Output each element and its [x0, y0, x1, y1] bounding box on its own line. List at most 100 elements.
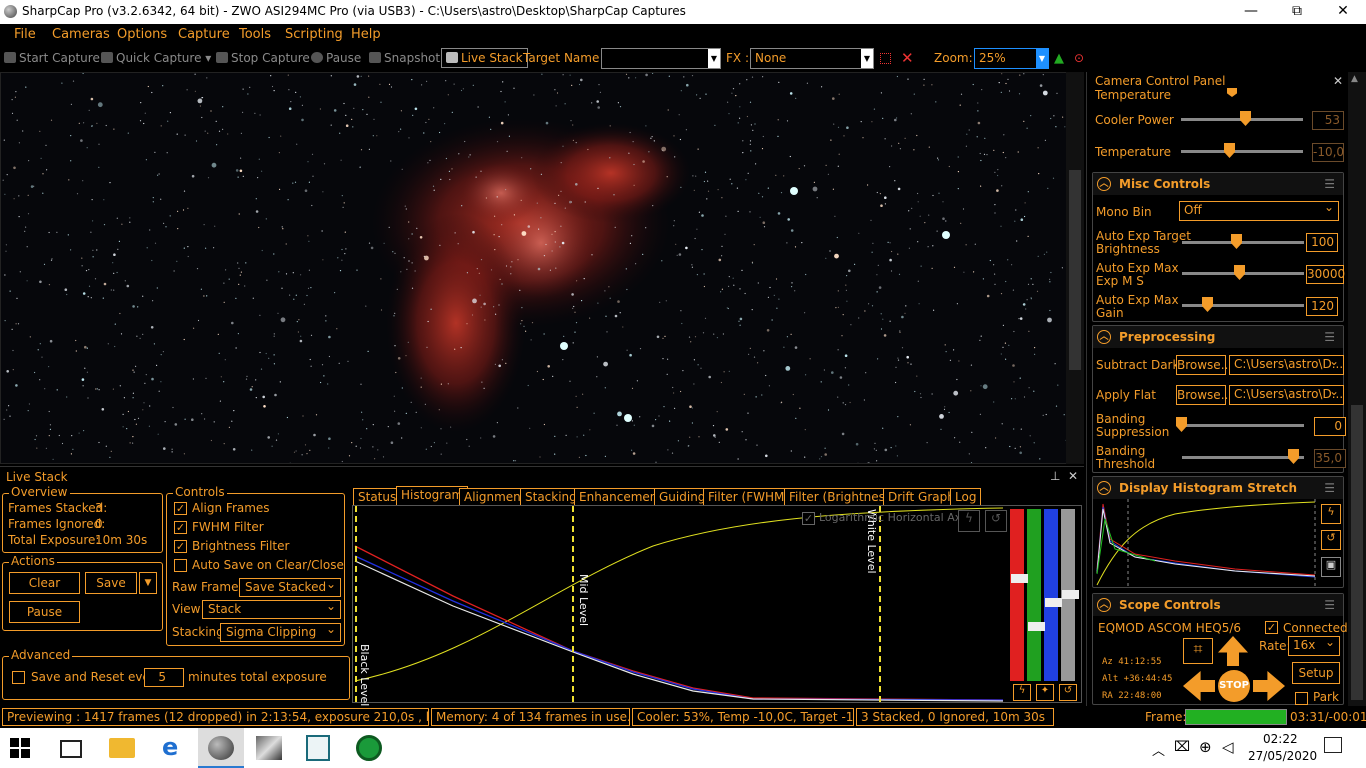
temperature-top-thumb[interactable]	[1227, 88, 1237, 97]
dark-browse-button[interactable]: Browse...	[1176, 355, 1232, 375]
quick-capture-button[interactable]: Quick Capture ▾	[101, 51, 211, 65]
menu-cameras[interactable]: Cameras	[52, 27, 110, 42]
stop-capture-button[interactable]: Stop Capture	[216, 51, 310, 65]
chevron-down-icon[interactable]: ▼	[1036, 49, 1048, 68]
tab-guiding[interactable]: Guiding	[654, 488, 711, 506]
setup-button[interactable]: Setup	[1292, 662, 1340, 684]
menu-icon[interactable]: ☰	[1324, 177, 1335, 191]
mono-bin-select[interactable]: Off	[1179, 201, 1339, 221]
minutes-stepper[interactable]: 5	[144, 668, 184, 687]
menu-file[interactable]: File	[14, 27, 36, 42]
aet-slider[interactable]	[1182, 241, 1304, 244]
preprocessing-header[interactable]: ︿ Preprocessing ☰	[1093, 326, 1343, 348]
collapse-icon[interactable]: ︿	[1097, 481, 1111, 495]
pin-icon[interactable]: ⊥	[1050, 469, 1060, 483]
histogram-view[interactable]: Black Level Mid Level White Level ✓ Loga…	[352, 505, 1082, 706]
tab-histogram[interactable]: Histogram	[396, 486, 469, 506]
chevron-down-icon[interactable]: ▼	[708, 49, 720, 68]
auto-save-checkbox[interactable]	[174, 559, 187, 572]
spiral-search-icon[interactable]: ⌗	[1183, 638, 1213, 664]
sharpcap-taskbar-item[interactable]	[198, 728, 244, 768]
aeg-thumb[interactable]	[1202, 297, 1213, 312]
auto-stretch-icon[interactable]: ϟ	[958, 510, 980, 532]
menu-capture[interactable]: Capture	[178, 27, 230, 42]
temperature-slider[interactable]	[1181, 150, 1303, 153]
menu-icon[interactable]: ☰	[1324, 598, 1335, 612]
rate-select[interactable]: 16x	[1288, 636, 1340, 656]
minimize-button[interactable]: —	[1228, 0, 1274, 24]
maximize-button[interactable]: ⧉	[1274, 0, 1320, 24]
log-axis-checkbox[interactable]: ✓	[802, 512, 815, 525]
temperature-thumb[interactable]	[1224, 143, 1235, 158]
menu-icon[interactable]: ☰	[1324, 481, 1335, 495]
arrow-right-icon[interactable]	[1253, 671, 1285, 701]
volume-icon[interactable]: ◁	[1222, 738, 1234, 756]
scope-controls-header[interactable]: ︿ Scope Controls ☰	[1093, 594, 1343, 616]
zoom-combo[interactable]: 25% ▼	[974, 48, 1049, 69]
menu-help[interactable]: Help	[351, 27, 381, 42]
pause-stack-button[interactable]: Pause	[9, 601, 80, 623]
connected-checkbox[interactable]: ✓	[1265, 621, 1278, 634]
aeg-value[interactable]: 120	[1306, 297, 1338, 316]
clock-time[interactable]: 02:22	[1263, 732, 1298, 746]
brightness-filter-checkbox[interactable]: ✓	[174, 540, 187, 553]
app-icon[interactable]	[256, 736, 282, 760]
banding-threshold-slider[interactable]	[1182, 456, 1304, 459]
save-icon[interactable]: ▣	[1321, 557, 1341, 577]
windows-start-icon[interactable]	[10, 738, 32, 760]
scroll-up-icon[interactable]: ▲	[1351, 74, 1358, 84]
flat-browse-button[interactable]: Browse...	[1176, 385, 1232, 405]
tab-status[interactable]: Status	[353, 488, 402, 506]
banding-threshold-thumb[interactable]	[1288, 449, 1299, 464]
right-panel-scrollbar-thumb[interactable]	[1351, 405, 1363, 700]
menu-tools[interactable]: Tools	[239, 27, 271, 42]
fwhm-filter-checkbox[interactable]: ✓	[174, 521, 187, 534]
clear-button[interactable]: Clear	[9, 572, 80, 594]
close-icon[interactable]: ✕	[1333, 75, 1343, 88]
red-channel-slider[interactable]	[1010, 509, 1024, 681]
save-dropdown-icon[interactable]: ▼	[139, 572, 157, 594]
menu-options[interactable]: Options	[117, 27, 167, 42]
network-icon[interactable]: ⌧	[1174, 739, 1190, 755]
app-icon[interactable]	[356, 735, 382, 761]
blue-slider-thumb[interactable]	[1045, 598, 1062, 607]
dark-path-select[interactable]: C:\Users\astro\D...	[1229, 355, 1344, 375]
raw-frames-select[interactable]: Save Stacked	[239, 577, 341, 597]
auto-stretch-icon[interactable]: ϟ	[1321, 504, 1341, 524]
viewer-scrollbar-thumb[interactable]	[1069, 170, 1081, 370]
pause-button[interactable]: Pause	[311, 51, 361, 65]
flat-path-select[interactable]: C:\Users\astro\D...	[1229, 385, 1344, 405]
language-icon[interactable]: ⊕	[1199, 738, 1212, 756]
tab-filter-fwhm[interactable]: Filter (FWHM)	[703, 488, 795, 506]
tab-stacking[interactable]: Stacking	[520, 488, 582, 506]
lum-slider-thumb[interactable]	[1062, 590, 1079, 599]
fx-combo[interactable]: None ▼	[750, 48, 874, 69]
zoom-icon[interactable]: ⊙	[1074, 51, 1084, 65]
tab-drift-graph[interactable]: Drift Graph	[883, 488, 960, 506]
aet-value[interactable]: 100	[1306, 233, 1338, 252]
star-icon[interactable]: ✦	[1036, 684, 1054, 701]
menu-icon[interactable]: ☰	[1324, 330, 1335, 344]
live-stack-button[interactable]: Live Stack	[441, 48, 528, 68]
chevron-down-icon[interactable]: ▼	[861, 49, 873, 68]
reset-icon[interactable]: ↺	[985, 510, 1007, 532]
save-button[interactable]: Save	[85, 572, 137, 594]
stop-button[interactable]: STOP	[1218, 670, 1250, 702]
tab-log[interactable]: Log	[950, 488, 982, 506]
aem-thumb[interactable]	[1234, 265, 1245, 280]
park-checkbox[interactable]	[1295, 692, 1308, 705]
red-slider-thumb[interactable]	[1011, 574, 1028, 583]
view-select[interactable]: Stack	[202, 599, 341, 619]
close-icon[interactable]: ✕	[1068, 469, 1078, 483]
banding-suppression-thumb[interactable]	[1176, 417, 1187, 432]
clock-date[interactable]: 27/05/2020	[1248, 749, 1317, 763]
banding-suppression-slider[interactable]	[1182, 424, 1304, 427]
dhs-header[interactable]: ︿ Display Histogram Stretch ☰	[1093, 477, 1343, 499]
aem-value[interactable]: 30000	[1306, 265, 1345, 284]
notification-icon[interactable]	[1324, 737, 1342, 753]
aeg-slider[interactable]	[1182, 304, 1304, 307]
aet-thumb[interactable]	[1231, 234, 1242, 249]
selection-area-icon[interactable]	[880, 53, 891, 64]
histogram-icon[interactable]: ▲	[1054, 51, 1064, 66]
collapse-icon[interactable]: ︿	[1097, 598, 1111, 612]
